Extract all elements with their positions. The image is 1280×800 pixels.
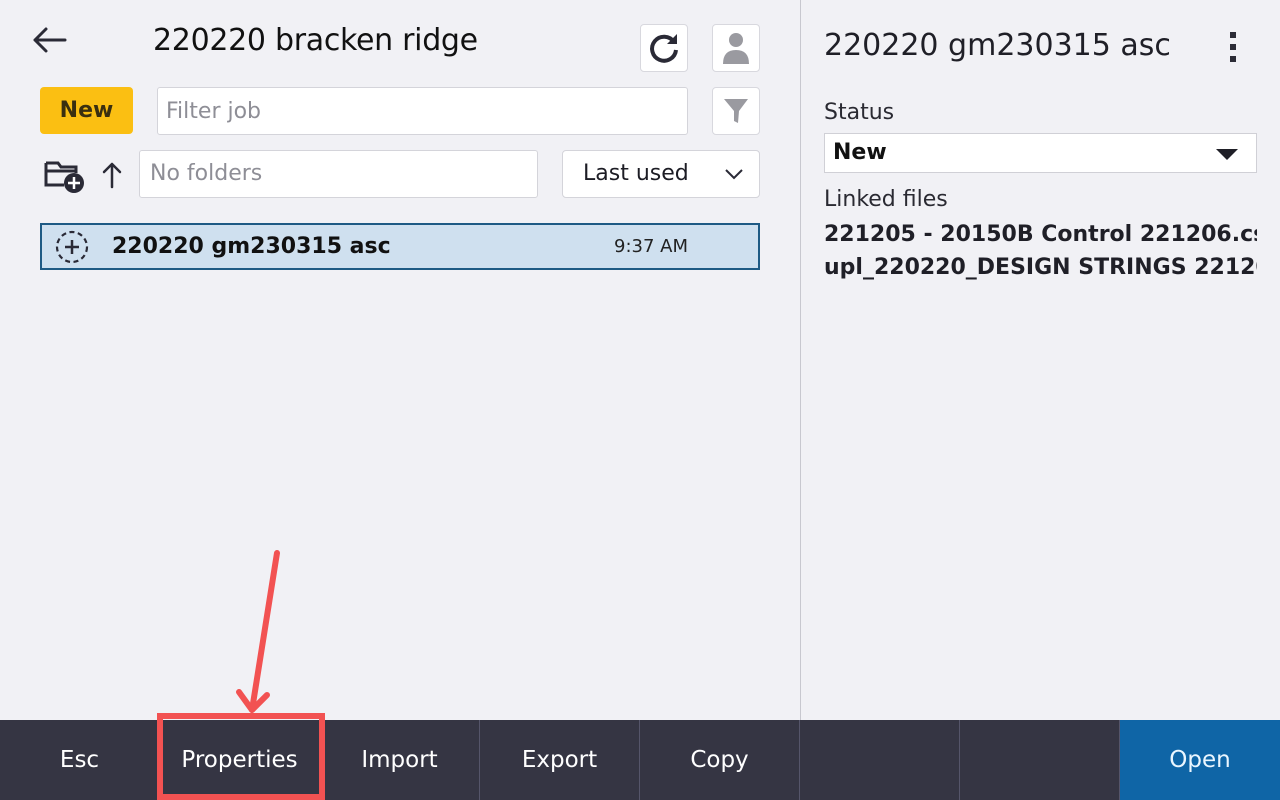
job-time: 9:37 AM <box>614 236 688 257</box>
folder-path-field[interactable]: No folders <box>139 150 538 198</box>
linked-file-item[interactable]: 221205 - 20150B Control 221206.csv <box>824 218 1257 251</box>
linked-file-item[interactable]: upl_220220_DESIGN STRINGS 221207.csv <box>824 251 1257 284</box>
user-button[interactable] <box>712 24 760 72</box>
arrow-up-icon <box>102 162 122 189</box>
chevron-down-icon <box>725 169 743 180</box>
job-list-item[interactable]: 220220 gm230315 asc 9:37 AM <box>40 223 760 270</box>
esc-button[interactable]: Esc <box>0 720 160 800</box>
open-button[interactable]: Open <box>1120 720 1280 800</box>
status-label: Status <box>824 100 895 125</box>
add-folder-button[interactable] <box>42 155 88 195</box>
bottom-toolbar: Esc Properties Import Export Copy Open <box>0 720 1280 800</box>
new-job-button[interactable]: New <box>40 87 133 134</box>
job-details-panel: 220220 gm230315 asc Status New Linked fi… <box>801 0 1280 720</box>
properties-button[interactable]: Properties <box>160 720 320 800</box>
status-dropdown[interactable]: New <box>824 133 1257 173</box>
back-button[interactable] <box>30 20 70 60</box>
sort-dropdown[interactable]: Last used <box>562 150 760 198</box>
folder-add-icon <box>44 161 84 193</box>
linked-files-list: 221205 - 20150B Control 221206.csv upl_2… <box>824 218 1257 284</box>
job-name: 220220 gm230315 asc <box>112 234 391 259</box>
export-button[interactable]: Export <box>480 720 640 800</box>
folder-up-button[interactable] <box>96 158 128 192</box>
filter-job-input[interactable] <box>157 87 688 135</box>
kebab-menu-icon <box>1230 32 1236 38</box>
filter-button[interactable] <box>712 87 760 135</box>
status-value: New <box>833 140 887 165</box>
job-list-panel: 220220 bracken ridge New No folders Last… <box>0 0 800 720</box>
sort-selected-value: Last used <box>583 161 689 186</box>
page-title: 220220 bracken ridge <box>153 23 478 58</box>
user-icon <box>723 33 749 64</box>
funnel-icon <box>724 99 748 123</box>
arrow-left-icon <box>33 27 67 53</box>
refresh-icon <box>650 34 678 63</box>
empty-toolbar-slot <box>800 720 960 800</box>
caret-down-icon <box>1216 149 1238 160</box>
import-button[interactable]: Import <box>320 720 480 800</box>
empty-toolbar-slot <box>960 720 1120 800</box>
dashed-circle-plus-icon <box>55 230 89 263</box>
detail-title: 220220 gm230315 asc <box>824 28 1171 63</box>
linked-files-label: Linked files <box>824 187 948 212</box>
refresh-button[interactable] <box>640 24 688 72</box>
more-options-button[interactable] <box>1221 28 1245 66</box>
copy-button[interactable]: Copy <box>640 720 800 800</box>
